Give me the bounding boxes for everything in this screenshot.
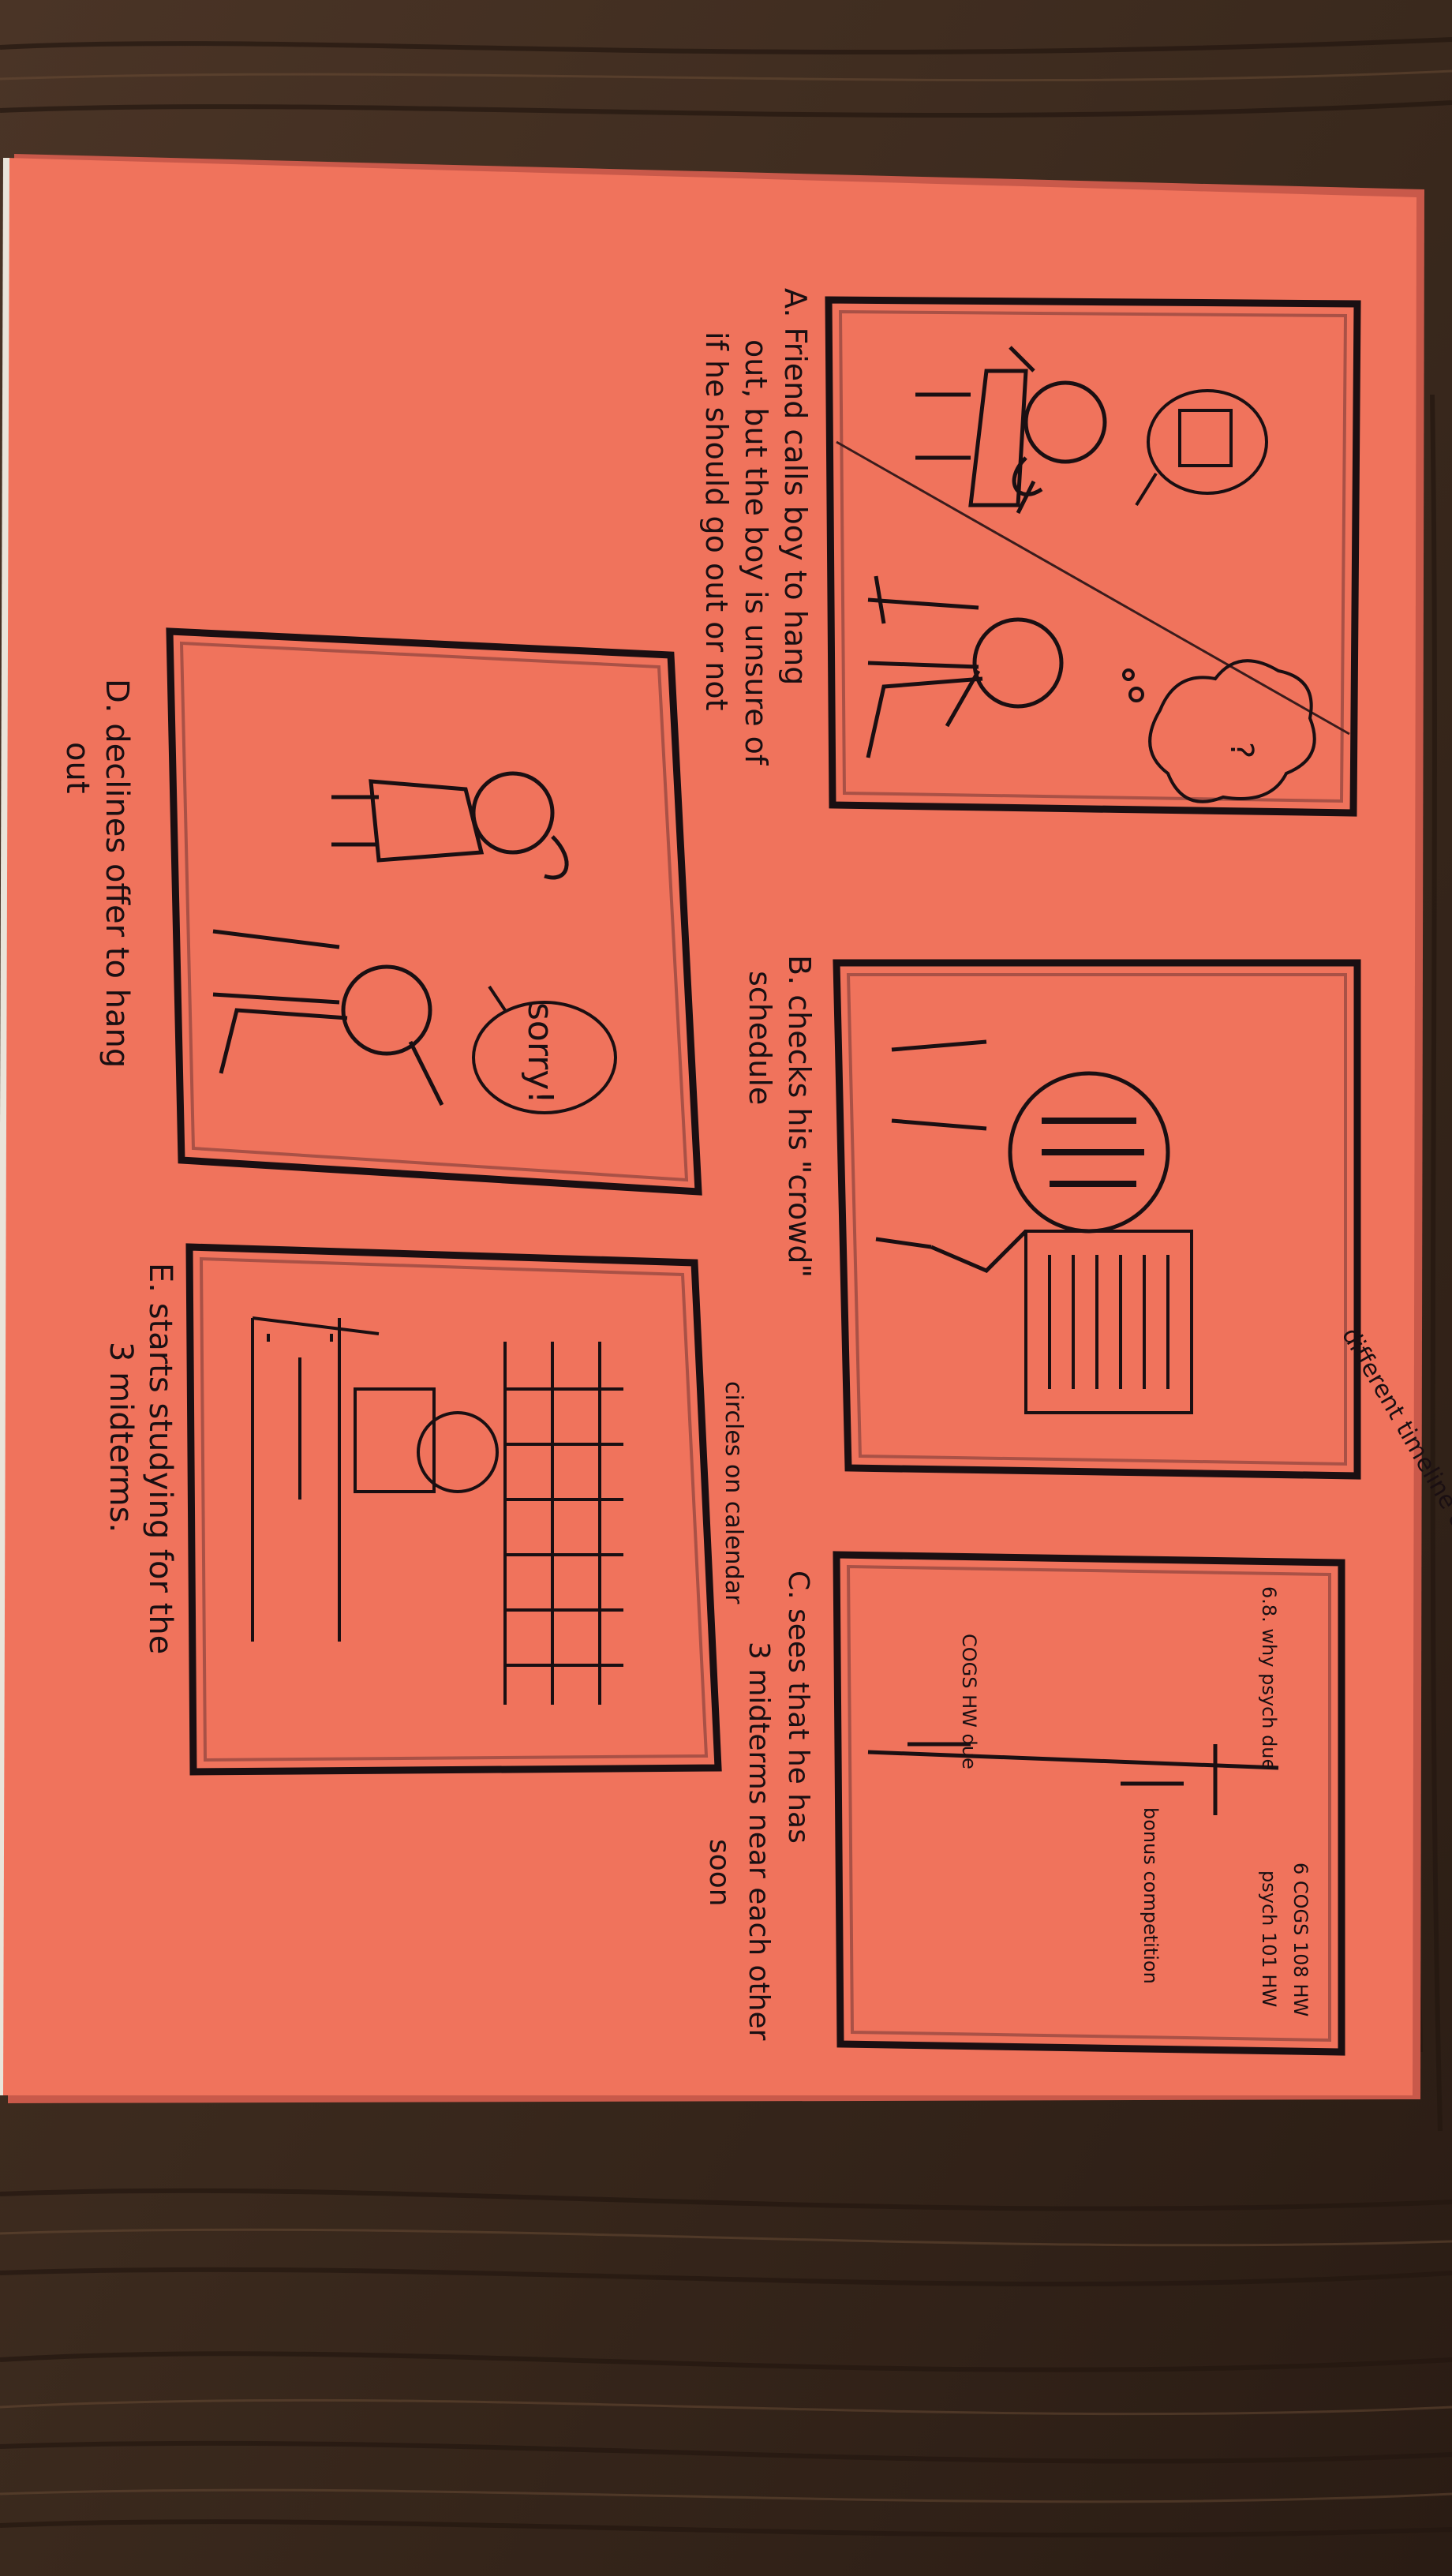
bubble-text-question: ? <box>1223 742 1259 758</box>
side-note-c: circles on calendar <box>720 1381 747 1604</box>
caption-e-line-2: 3 midterms. <box>103 1342 139 1533</box>
calendar-label-4: psych 101 HW <box>1258 1870 1280 2007</box>
calendar-label-2: COGS HW due <box>958 1634 980 1769</box>
caption-a-line-1: A. Friend calls boy to hang <box>778 288 813 685</box>
calendar-label-3: 6 COGS 108 HW <box>1289 1863 1312 2016</box>
caption-c-line-2: 3 midterms near each other <box>743 1642 775 2041</box>
calendar-label-1: 6.8. why psych due <box>1258 1586 1280 1770</box>
caption-c-line-3: soon <box>703 1839 735 1907</box>
caption-d-line-1: D. declines offer to hang <box>99 679 135 1068</box>
caption-b-line-1: B. checks his "crowd" <box>782 955 817 1278</box>
caption-e-line-1: E. starts studying for the <box>142 1263 178 1654</box>
bubble-text-sorry: sorry! <box>520 1002 560 1104</box>
caption-c-line-1: C. sees that he has <box>782 1571 814 1844</box>
caption-d-line-2: out <box>59 742 95 794</box>
caption-a-line-3: if he should go out or not <box>699 331 734 710</box>
calendar-label-5: bonus competition <box>1140 1807 1162 1984</box>
caption-a-line-2: out, but the boy is unsure of <box>739 339 773 766</box>
caption-b-line-2: schedule <box>743 971 777 1105</box>
storyboard-photo: ? A. Friend calls boy to hang out, but t… <box>0 0 1452 2576</box>
